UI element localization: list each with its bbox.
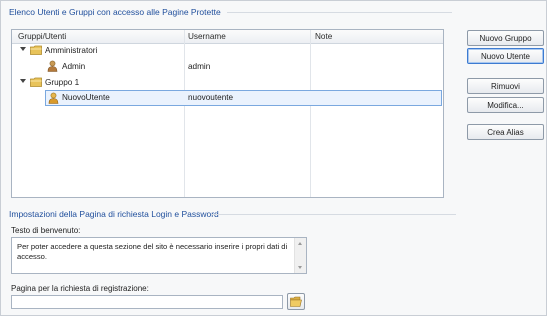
remove-button[interactable]: Rimuovi [467, 78, 544, 94]
scroll-up-icon[interactable] [298, 242, 302, 245]
tree-row-user-nuovoutente[interactable]: NuovoUtente nuovoutente [45, 90, 442, 106]
tree-item-label: NuovoUtente [62, 93, 110, 102]
tree-item-label: Admin [62, 62, 86, 71]
user-icon [47, 60, 58, 72]
folder-icon [30, 45, 42, 55]
textarea-scrollbar[interactable] [294, 238, 306, 273]
section-rule [227, 12, 452, 13]
folder-open-icon [290, 296, 302, 307]
tree-item-label: Gruppo 1 [45, 78, 80, 87]
welcome-text-area[interactable]: Per poter accedere a questa sezione del … [11, 237, 307, 274]
scroll-down-icon[interactable] [298, 266, 302, 269]
browse-button[interactable] [287, 293, 305, 310]
column-header-username[interactable]: Username [188, 32, 226, 41]
users-section-title: Elenco Utenti e Gruppi con accesso alle … [9, 7, 221, 17]
tree-row-group-gruppo-1[interactable]: Gruppo 1 [12, 75, 443, 91]
dialog-panel: Elenco Utenti e Gruppi con accesso alle … [0, 0, 547, 316]
welcome-text-content: Per poter accedere a questa sezione del … [17, 242, 288, 261]
login-section-title: Impostazioni della Pagina di richiesta L… [9, 209, 219, 219]
user-icon [48, 92, 59, 104]
registration-page-input[interactable] [11, 295, 283, 309]
expand-arrow-icon[interactable] [20, 47, 26, 51]
tree-row-group-amministratori[interactable]: Amministratori [12, 43, 443, 59]
tree-row-user-admin[interactable]: Admin admin [12, 59, 443, 75]
new-user-button[interactable]: Nuovo Utente [467, 48, 544, 64]
users-groups-tree[interactable]: Gruppi/Utenti Username Note Amministrato… [11, 29, 444, 198]
username-cell: nuovoutente [188, 93, 234, 102]
username-cell: admin [188, 62, 211, 71]
column-header-groups[interactable]: Gruppi/Utenti [18, 32, 66, 41]
folder-icon [30, 77, 42, 87]
expand-arrow-icon[interactable] [20, 79, 26, 83]
tree-header: Gruppi/Utenti Username Note [12, 30, 443, 44]
section-rule [211, 214, 456, 215]
edit-button[interactable]: Modifica... [467, 97, 544, 113]
column-header-note[interactable]: Note [315, 32, 332, 41]
welcome-text-label: Testo di benvenuto: [11, 226, 81, 235]
tree-item-label: Amministratori [45, 46, 98, 55]
new-group-button[interactable]: Nuovo Gruppo [467, 30, 544, 46]
registration-page-label: Pagina per la richiesta di registrazione… [11, 284, 149, 293]
create-alias-button[interactable]: Crea Alias [467, 124, 544, 140]
